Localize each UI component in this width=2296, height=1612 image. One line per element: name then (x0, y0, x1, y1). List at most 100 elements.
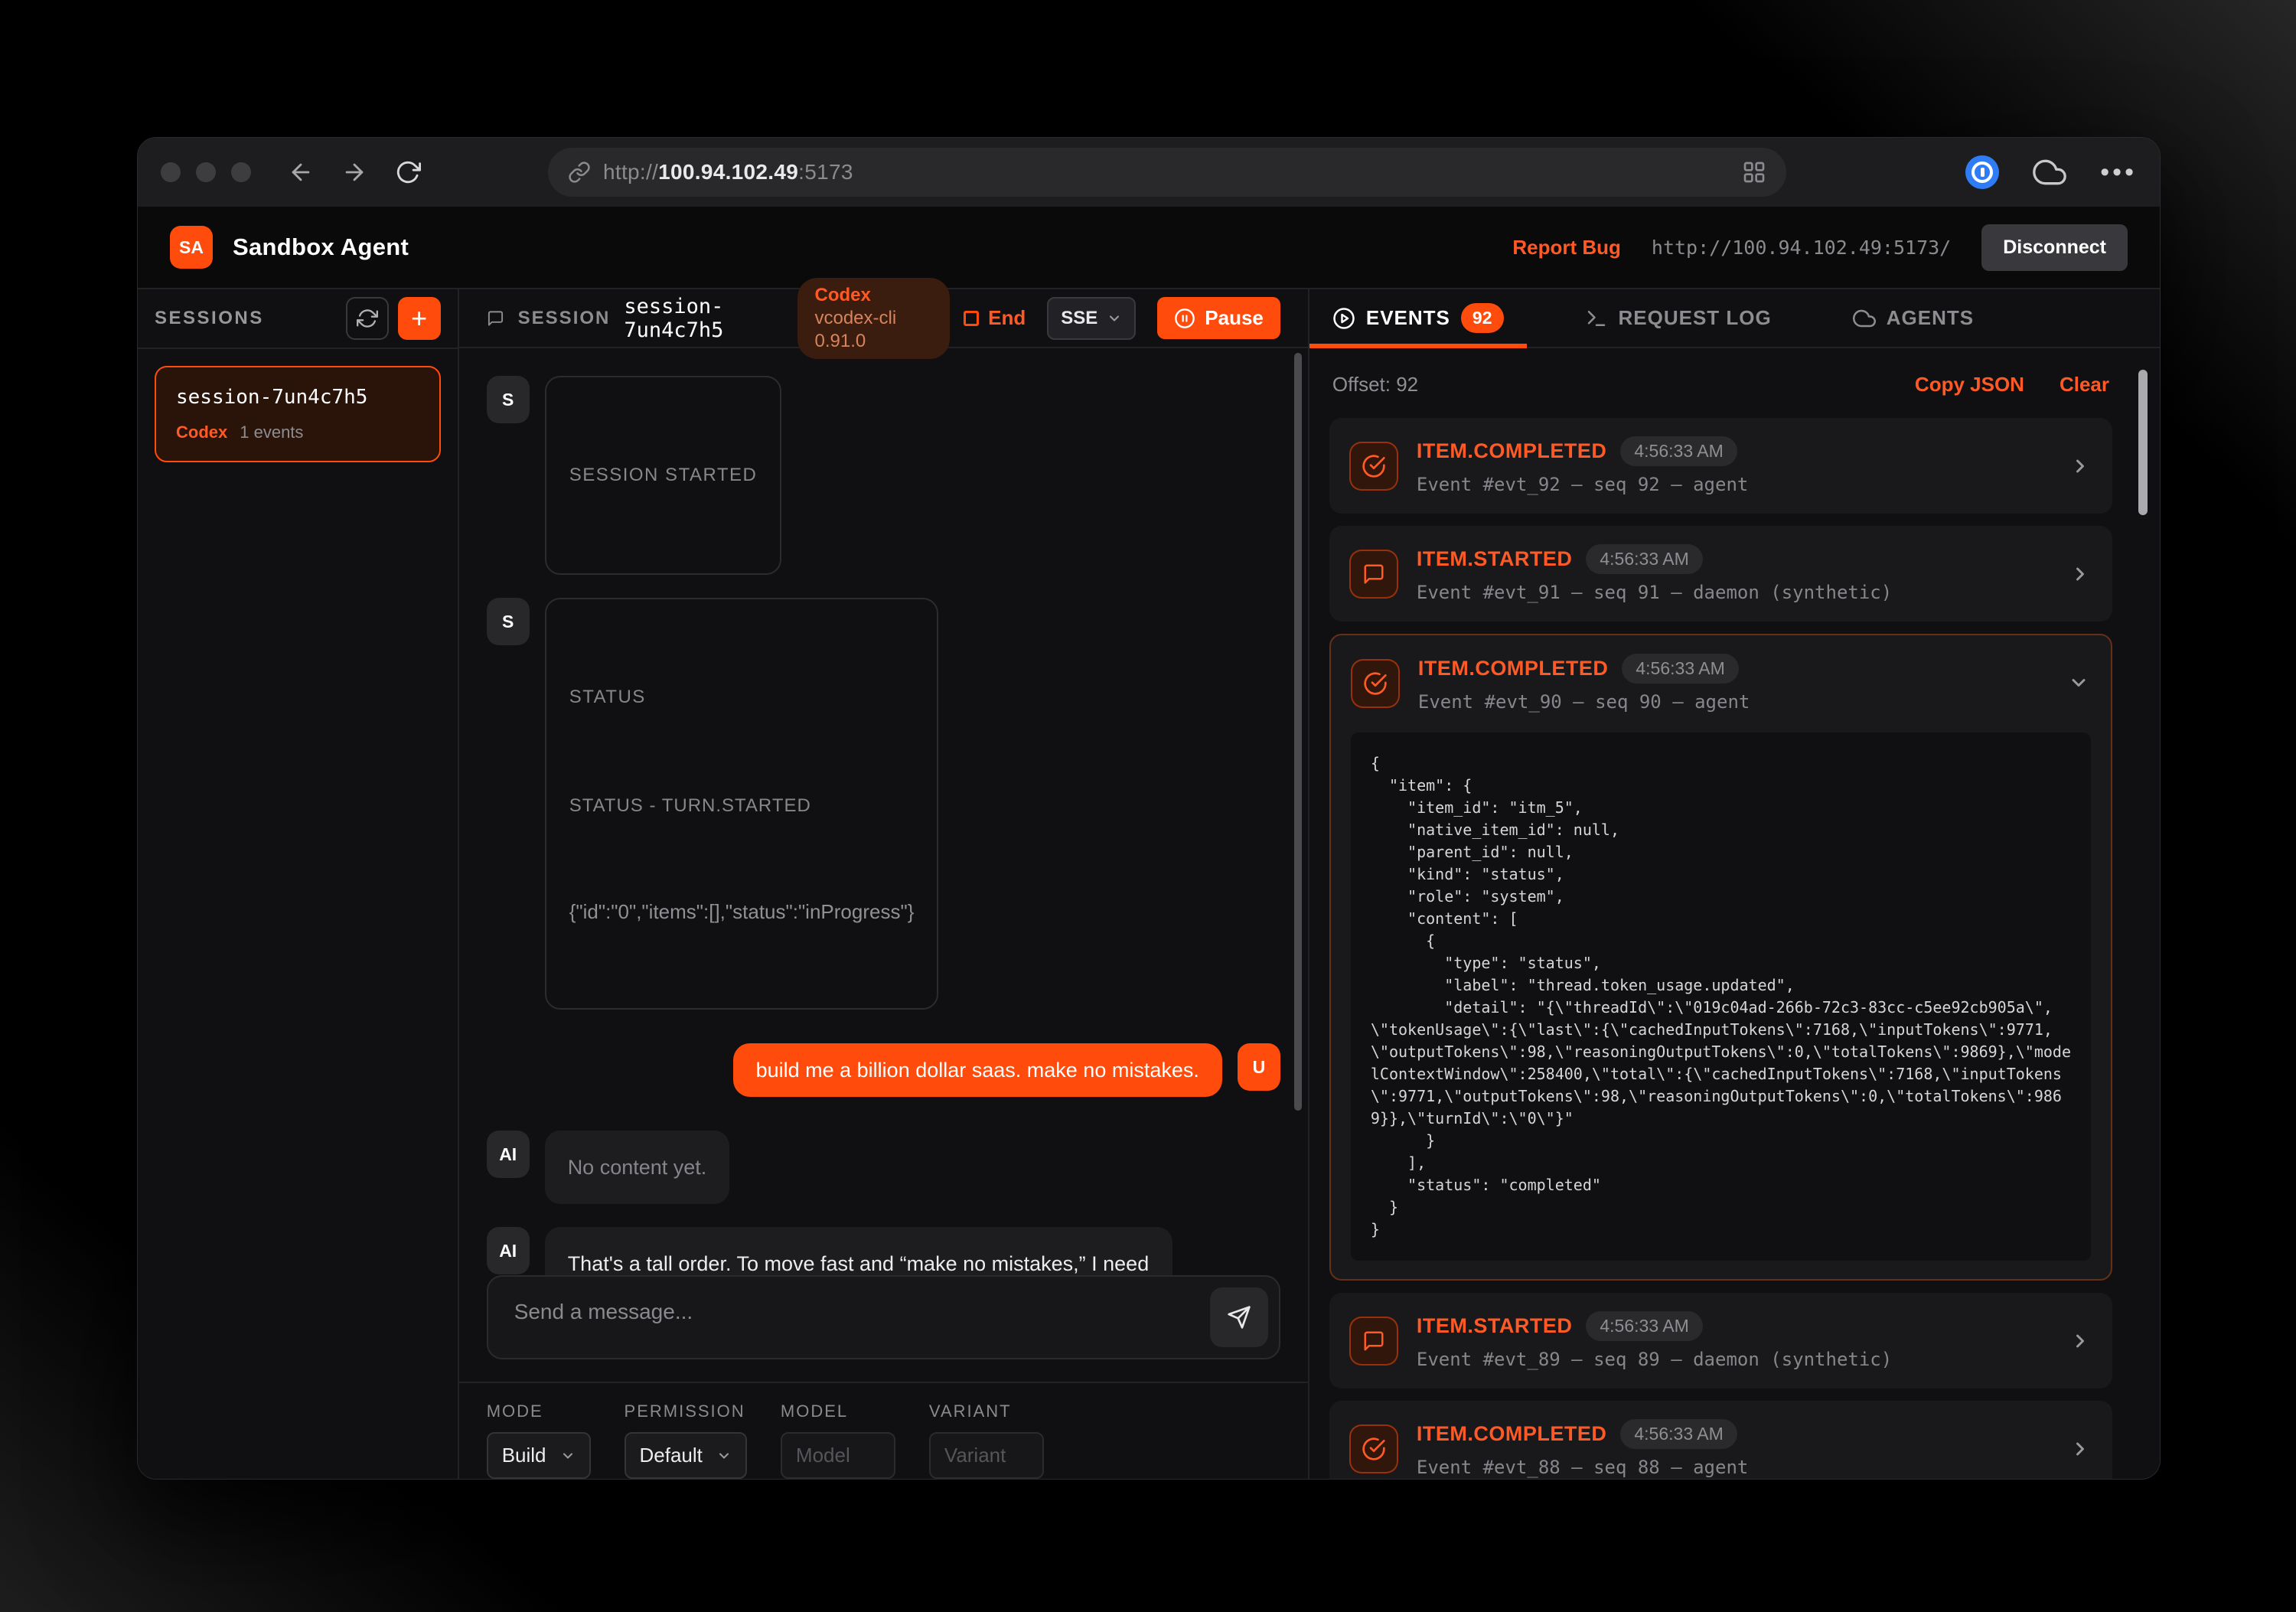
onepassword-icon[interactable] (1965, 155, 1999, 189)
refresh-sessions-button[interactable] (346, 297, 389, 340)
event-type: ITEM.COMPLETED (1417, 1422, 1607, 1446)
send-button[interactable] (1210, 1287, 1268, 1347)
message-input[interactable] (487, 1275, 1280, 1359)
copy-json-button[interactable]: Copy JSON (1915, 373, 2024, 396)
end-session-button[interactable]: End (964, 306, 1026, 330)
event-card[interactable]: ITEM.COMPLETED 4:56:33 AM Event #evt_88 … (1329, 1401, 2112, 1479)
avatar: S (487, 376, 530, 423)
transport-select[interactable]: SSE (1047, 297, 1136, 340)
session-name: session-7un4c7h5 (176, 386, 419, 409)
message-bubble-icon (1349, 550, 1398, 599)
permission-select[interactable]: Default (625, 1432, 747, 1479)
clear-button[interactable]: Clear (2060, 373, 2109, 396)
avatar: S (487, 598, 530, 645)
reload-icon (395, 159, 421, 185)
chevron-right-icon (2069, 1438, 2091, 1460)
forward-arrow-icon (341, 159, 367, 185)
session-agent: Codex (176, 423, 227, 442)
app-header: SA Sandbox Agent Report Bug http://100.9… (138, 207, 2160, 289)
user-message: build me a billion dollar saas. make no … (487, 1043, 1280, 1097)
event-card[interactable]: ITEM.STARTED 4:56:33 AM Event #evt_91 — … (1329, 526, 2112, 622)
event-time: 4:56:33 AM (1622, 654, 1738, 684)
app-logo: SA (170, 226, 213, 269)
tab-events[interactable]: EVENTS 92 (1309, 289, 1527, 347)
disconnect-button[interactable]: Disconnect (1981, 224, 2128, 271)
pause-circle-icon (1174, 308, 1195, 329)
close-window-button[interactable] (161, 162, 181, 182)
session-header: SESSION session-7un4c7h5 Codex vcodex-cl… (459, 289, 1308, 348)
send-icon (1227, 1305, 1251, 1330)
extensions-grid-icon[interactable] (1742, 160, 1766, 184)
server-url: http://100.94.102.49:5173/ (1652, 237, 1951, 259)
forward-button[interactable] (341, 159, 367, 185)
chevron-down-icon (560, 1448, 576, 1464)
maximize-window-button[interactable] (231, 162, 251, 182)
system-message: S STATUS STATUS - TURN.STARTED {"id":"0"… (487, 598, 1280, 1010)
events-list: Offset: 92 Copy JSON Clear (1309, 348, 2160, 1479)
model-label: MODEL (781, 1402, 895, 1421)
session-started-bubble: SESSION STARTED (545, 376, 782, 575)
run-options: MODE Build PERMISSION Default MODEL (459, 1382, 1308, 1479)
ai-bubble: That's a tall order. To move fast and “m… (545, 1227, 1172, 1275)
system-message: S SESSION STARTED (487, 376, 1280, 575)
ai-avatar: AI (487, 1227, 530, 1274)
event-summary: Event #evt_90 — seq 90 — agent (1418, 691, 1750, 713)
session-list-item[interactable]: session-7un4c7h5 Codex 1 events (155, 366, 441, 462)
terminal-icon (1585, 307, 1608, 330)
check-circle-icon (1349, 442, 1398, 491)
chevron-down-icon (1107, 311, 1122, 326)
event-summary: Event #evt_92 — seq 92 — agent (1417, 474, 1748, 495)
tab-agents[interactable]: AGENTS (1830, 289, 1997, 347)
chevron-right-icon (2069, 1330, 2091, 1352)
event-json-payload: { "item": { "item_id": "itm_5", "native_… (1351, 733, 2091, 1261)
minimize-window-button[interactable] (196, 162, 216, 182)
chevron-down-icon (716, 1448, 732, 1464)
ai-empty-bubble: No content yet. (545, 1131, 730, 1204)
events-count-badge: 92 (1461, 303, 1504, 333)
ai-message: AI No content yet. (487, 1131, 1280, 1204)
back-button[interactable] (288, 159, 314, 185)
window-controls (161, 162, 251, 182)
cloud-icon[interactable] (2033, 155, 2066, 189)
new-session-button[interactable]: + (398, 297, 441, 340)
chevron-right-icon (2069, 563, 2091, 585)
sessions-title: SESSIONS (155, 308, 264, 329)
events-scrollbar[interactable] (2138, 370, 2148, 515)
message-list: S SESSION STARTED S STATUS STATUS - TURN… (459, 348, 1308, 1275)
cloud-icon (1853, 307, 1876, 330)
chevron-right-icon (2069, 455, 2091, 477)
event-card[interactable]: ITEM.COMPLETED 4:56:33 AM Event #evt_92 … (1329, 418, 2112, 514)
reload-button[interactable] (395, 159, 421, 185)
event-type: ITEM.COMPLETED (1418, 657, 1609, 680)
model-input[interactable] (781, 1432, 895, 1479)
more-menu-icon[interactable]: ••• (2100, 158, 2137, 188)
browser-chrome: http://100.94.102.49:5173 ••• (138, 138, 2160, 207)
chevron-down-icon (2068, 672, 2089, 693)
panel-tabs: EVENTS 92 REQUEST LOG AGENTS (1309, 289, 2160, 348)
permission-label: PERMISSION (625, 1402, 747, 1421)
pause-button[interactable]: Pause (1157, 297, 1280, 339)
url-bar[interactable]: http://100.94.102.49:5173 (548, 148, 1786, 197)
event-summary: Event #evt_91 — seq 91 — daemon (synthet… (1417, 582, 1892, 603)
app-title: Sandbox Agent (233, 233, 409, 261)
session-event-count: 1 events (240, 423, 303, 442)
report-bug-link[interactable]: Report Bug (1512, 236, 1621, 259)
ai-avatar: AI (487, 1131, 530, 1178)
mode-select[interactable]: Build (487, 1432, 591, 1479)
composer (459, 1275, 1308, 1382)
event-type: ITEM.COMPLETED (1417, 439, 1607, 463)
user-avatar: U (1238, 1043, 1280, 1091)
event-type: ITEM.STARTED (1417, 1314, 1573, 1338)
event-card[interactable]: ITEM.STARTED 4:56:33 AM Event #evt_89 — … (1329, 1293, 2112, 1388)
status-bubble: STATUS STATUS - TURN.STARTED {"id":"0","… (545, 598, 939, 1010)
event-time: 4:56:33 AM (1620, 436, 1737, 466)
chat-scrollbar[interactable] (1294, 353, 1302, 1111)
link-icon (568, 161, 591, 184)
tab-request-log[interactable]: REQUEST LOG (1562, 289, 1795, 347)
event-time: 4:56:33 AM (1586, 1311, 1702, 1341)
agent-version-badge: Codex vcodex-cli 0.91.0 (797, 278, 950, 359)
event-card-expanded[interactable]: ITEM.COMPLETED 4:56:33 AM Event #evt_90 … (1329, 634, 2112, 1281)
variant-input[interactable] (929, 1432, 1044, 1479)
user-bubble: build me a billion dollar saas. make no … (733, 1043, 1222, 1097)
event-summary: Event #evt_88 — seq 88 — agent (1417, 1457, 1748, 1478)
